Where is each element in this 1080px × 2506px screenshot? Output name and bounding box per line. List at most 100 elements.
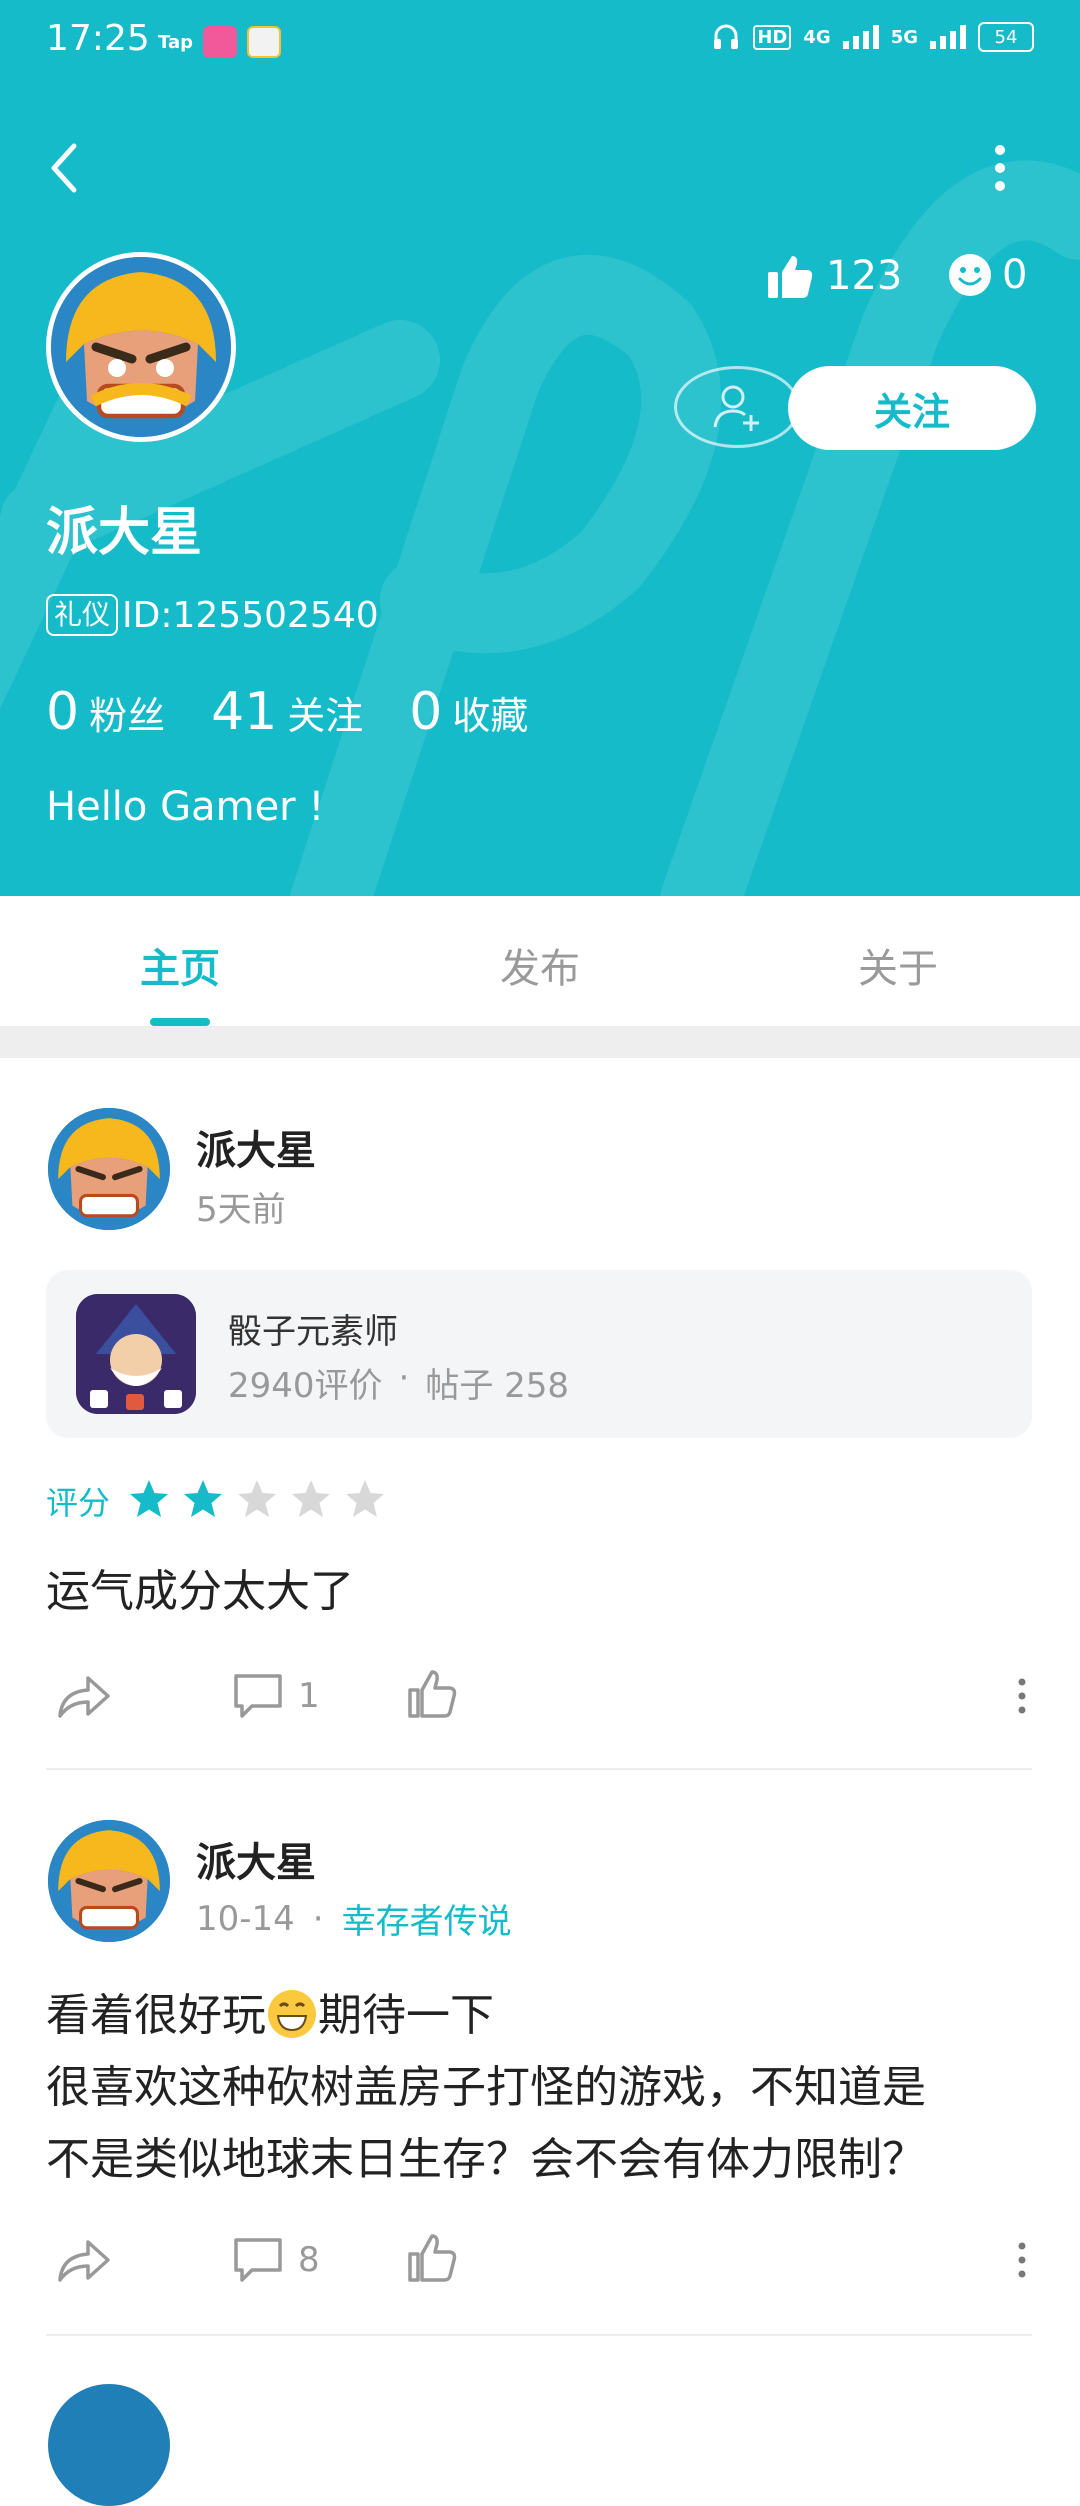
post-more-button[interactable] [1010,2240,1034,2280]
back-button[interactable] [44,140,84,196]
post-divider [46,2334,1032,2336]
favorites-label[interactable]: 收藏 [452,685,528,740]
like-button[interactable] [406,2232,458,2284]
post-more-button[interactable] [1010,1676,1034,1716]
likes-stat: 123 [766,252,902,300]
back-icon [51,143,77,193]
status-indicators: HD 4G 5G 54 [711,22,1034,52]
tab-about[interactable]: 关于 [798,936,998,994]
post-avatar[interactable] [48,1820,170,1942]
comment-button[interactable]: 8 [232,2234,320,2286]
post-avatar[interactable] [48,1108,170,1230]
post-text-line-3: 不是类似地球末日生存？会不会有体力限制？ [46,2134,926,2185]
barbarian-avatar-image [48,1820,170,1942]
like-icon [408,2234,457,2282]
star-empty-icon [346,1480,385,1517]
game-name: 骰子元素师 [228,1312,398,1352]
follow-button[interactable]: 关注 [788,366,1036,450]
tab-home[interactable]: 主页 [80,936,280,994]
barbarian-avatar-image [48,1108,170,1230]
profile-avatar[interactable] [46,252,236,442]
fans-count[interactable]: 0 [46,682,79,742]
following-label[interactable]: 关注 [287,685,363,740]
tap-app-icon: Tap [158,31,193,53]
add-friend-icon [713,385,759,431]
emoji-count: 0 [1002,252,1028,298]
post-time: 5天前 [196,1182,286,1231]
star-empty-icon [238,1480,277,1517]
share-button[interactable] [54,2234,112,2286]
game-reviews: 2940评价 [228,1366,383,1406]
game-stats: 2940评价 · 帖子 258 [228,1358,569,1407]
signal-bars-icon [842,25,879,49]
rating-label: 评分 [46,1484,111,1522]
comment-icon [234,2238,282,2282]
emoji-stat: 0 [948,252,1027,298]
share-button[interactable] [54,1670,112,1722]
follow-stats: 0 粉丝 41 关注 0 收藏 [46,682,574,742]
signal-bars-icon-2 [930,25,966,49]
thumb-up-icon [768,256,813,298]
share-icon [58,1676,110,1718]
smile-icon [949,254,991,296]
profile-name: 派大星 [46,503,203,563]
battery-indicator: 54 [978,22,1034,52]
tab-indicator [150,1018,210,1026]
dice-wizard-game-image [76,1294,196,1414]
post-author[interactable]: 派大星 [196,1118,316,1176]
star-filled-icon [184,1480,223,1517]
profile-header: 17:25 Tap HD 4G 5G 54 123 0 关注 派大星 礼仪 ID… [0,0,1080,896]
post-divider [46,1768,1032,1770]
hd-badge: HD [753,24,792,50]
post-text-line-1: 看着很好玩 期待一下 [46,1980,926,2052]
game-tag[interactable]: 幸存者传说 [342,1894,512,1943]
following-count[interactable]: 41 [211,682,277,742]
id-badge[interactable]: 礼仪 [46,594,119,636]
section-gap [0,1026,1080,1058]
news-app-icon [247,26,281,58]
share-icon [58,2240,110,2282]
fans-label[interactable]: 粉丝 [89,685,165,740]
signal-5g: 5G [890,26,918,48]
tab-posts[interactable]: 发布 [440,936,640,994]
game-card[interactable]: 骰子元素师 2940评价 · 帖子 258 [46,1270,1032,1438]
post-text-line-1b: 期待一下 [318,1990,494,2041]
like-button[interactable] [406,1668,458,1720]
comment-button[interactable]: 1 [232,1670,320,1722]
barbarian-avatar-image [51,257,231,437]
comment-count: 1 [298,1676,320,1716]
post-rating: 评分 [46,1478,398,1524]
post-time-text: 10-14 [196,1898,295,1939]
rating-stars [128,1478,398,1524]
profile-tabs: 主页 发布 关于 [0,896,1080,1026]
post-time-text: 5天前 [196,1190,286,1230]
more-icon [1018,2242,1026,2278]
game-posts: 帖子 258 [425,1366,570,1406]
star-filled-icon [130,1480,169,1517]
comment-icon [234,1674,282,1718]
status-time: 17:25 [46,18,150,59]
more-icon [995,145,1005,191]
meta-dot: · [312,1898,324,1939]
post-meta: 10-14 · 幸存者传说 [196,1894,512,1943]
id-text: ID:125502540 [122,594,379,636]
headphones-icon [714,24,739,49]
profile-id: 礼仪 ID:125502540 [46,594,379,636]
favorites-count[interactable]: 0 [409,682,442,742]
post-text-line-2: 很喜欢这种砍树盖房子打怪的游戏，不知道是 [46,2062,926,2113]
more-menu-button[interactable] [976,140,1024,196]
profile-bio: Hello Gamer ! [46,784,325,830]
game-icon [76,1294,196,1414]
likes-count: 123 [826,253,903,299]
post-text: 运气成分太大了 [46,1566,354,1617]
post-avatar-partial[interactable] [48,2384,170,2506]
more-icon [1018,1678,1026,1714]
game-stats-dot: · [398,1358,410,1398]
signal-4g: 4G [803,26,831,48]
star-empty-icon [292,1480,331,1517]
post-text-line-1a: 看着很好玩 [46,1990,266,2041]
post-author[interactable]: 派大星 [196,1830,316,1888]
notification-apps: Tap [158,26,281,58]
add-friend-button[interactable] [674,366,800,448]
grin-emoji-icon [268,1990,316,2038]
